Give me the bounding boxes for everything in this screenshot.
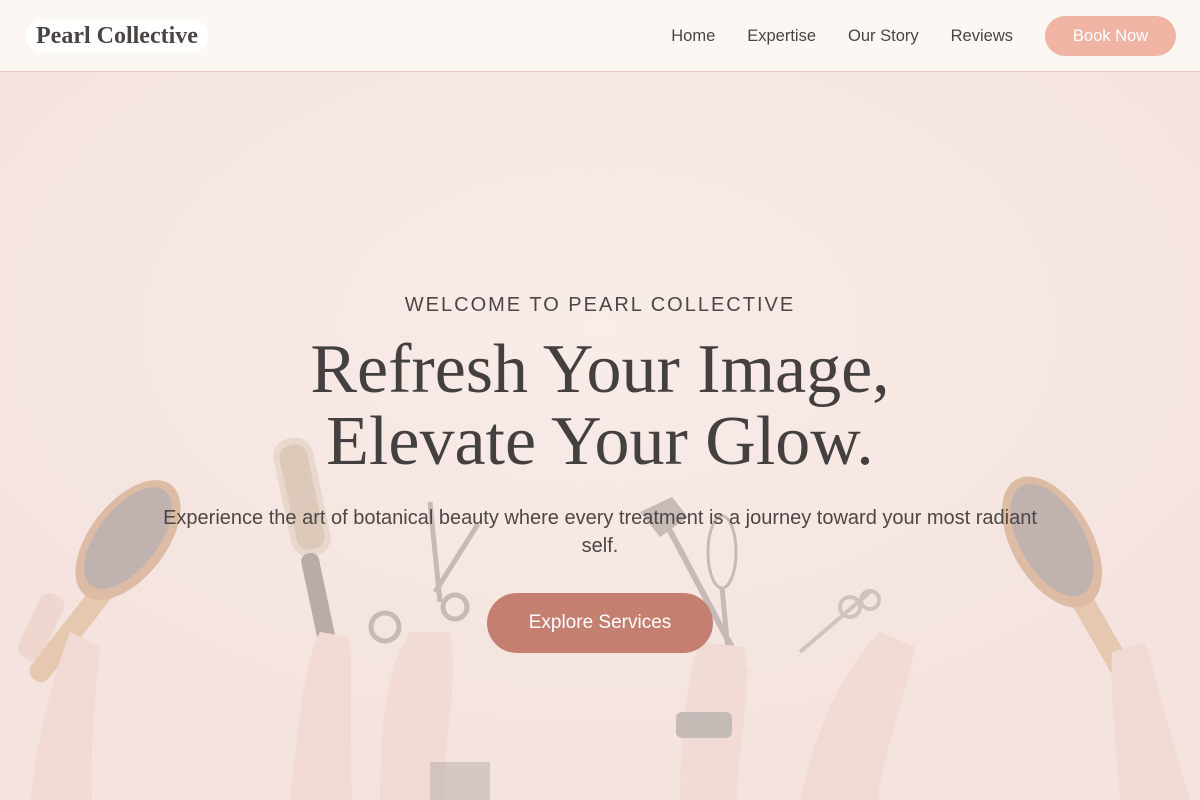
book-now-button[interactable]: Book Now	[1045, 16, 1176, 56]
hero-eyebrow: WELCOME TO PEARL COLLECTIVE	[404, 294, 796, 316]
nav-link-our-story[interactable]: Our Story	[848, 27, 919, 46]
explore-services-button[interactable]: Explore Services	[487, 593, 713, 653]
hero-content: WELCOME TO PEARL COLLECTIVE Refresh Your…	[0, 72, 1200, 800]
nav-link-expertise[interactable]: Expertise	[747, 27, 816, 46]
hero-section: WELCOME TO PEARL COLLECTIVE Refresh Your…	[0, 72, 1200, 800]
nav-link-home[interactable]: Home	[671, 27, 715, 46]
logo[interactable]: Pearl Collective	[26, 19, 208, 53]
hero-headline-line-1: Refresh Your Image,	[310, 331, 890, 408]
hero-subtext: Experience the art of botanical beauty w…	[163, 507, 1037, 557]
nav-link-reviews[interactable]: Reviews	[951, 27, 1013, 46]
main-nav: Home Expertise Our Story Reviews Book No…	[671, 16, 1176, 56]
hero-headline: Refresh Your Image, Elevate Your Glow.	[150, 334, 1050, 478]
hero-headline-line-2: Elevate Your Glow.	[326, 403, 874, 480]
site-header: Pearl Collective Home Expertise Our Stor…	[0, 0, 1200, 72]
